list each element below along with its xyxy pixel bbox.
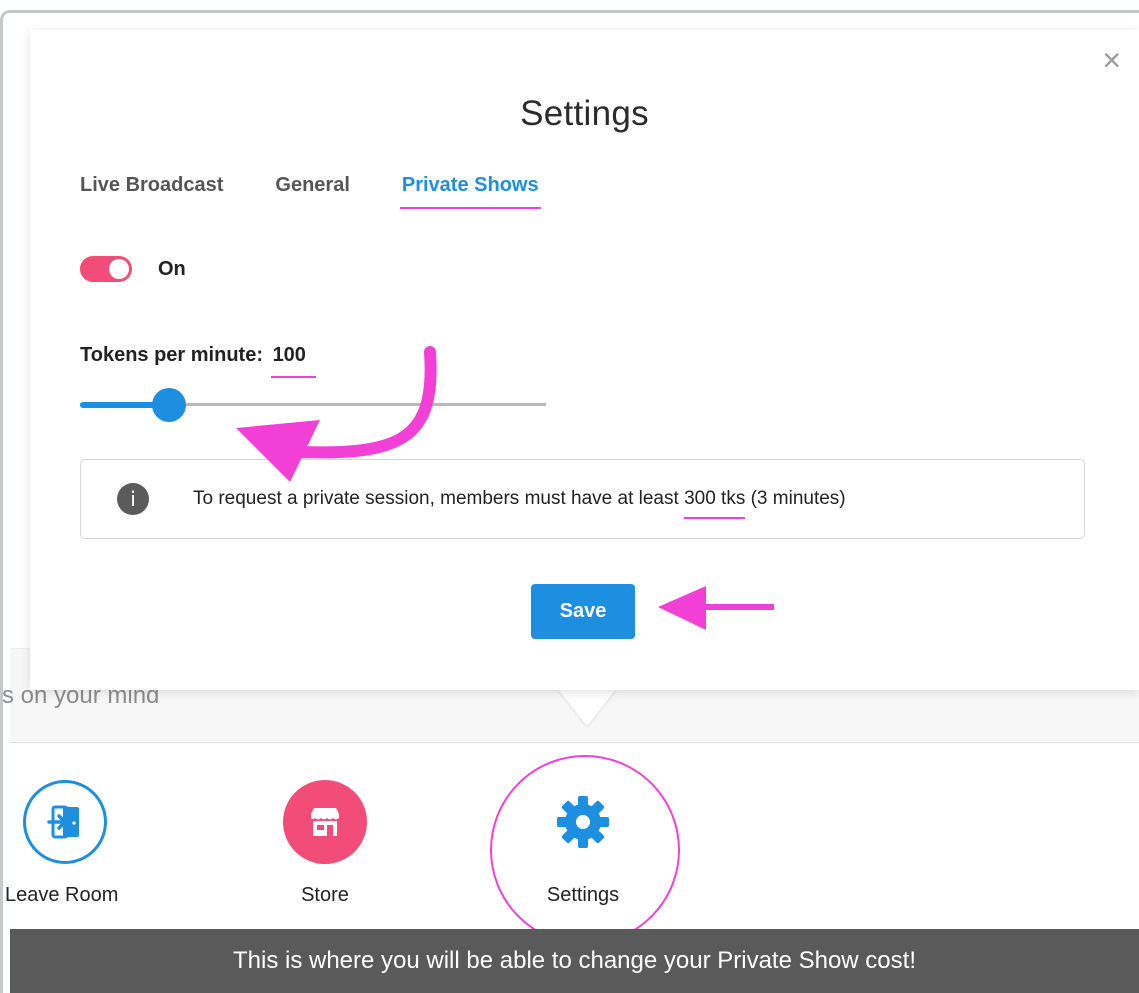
tokens-value: 100	[272, 344, 306, 366]
leave-room-label: Leave Room	[5, 884, 119, 906]
tokens-label: Tokens per minute:	[80, 344, 263, 366]
save-button[interactable]: Save	[531, 584, 635, 639]
store-label: Store	[301, 884, 349, 906]
info-icon: i	[117, 483, 149, 515]
info-box: i To request a private session, members …	[80, 459, 1085, 539]
store-button[interactable]: Store	[245, 780, 405, 907]
leave-room-icon	[23, 780, 107, 864]
toggle-label: On	[158, 257, 186, 280]
info-text-start: To request a private session, members mu…	[193, 488, 685, 509]
modal-title: Settings	[520, 94, 649, 133]
close-icon[interactable]: ×	[1102, 44, 1121, 76]
settings-highlight-circle	[490, 755, 680, 945]
toggle-knob	[109, 259, 129, 279]
tab-private-shows[interactable]: Private Shows	[399, 174, 541, 209]
tutorial-tooltip-text: This is where you will be able to change…	[232, 947, 916, 974]
info-min-tokens: 300 tks	[684, 488, 746, 509]
private-shows-toggle[interactable]	[80, 256, 132, 282]
private-shows-toggle-row: On	[80, 256, 186, 282]
tab-live-broadcast[interactable]: Live Broadcast	[80, 174, 223, 197]
leave-room-button[interactable]: Leave Room	[0, 780, 145, 907]
tokens-slider[interactable]	[80, 388, 546, 422]
info-text-end: (3 minutes)	[745, 488, 846, 509]
store-icon	[283, 780, 367, 864]
settings-modal: × Settings Live Broadcast General Privat…	[30, 30, 1139, 690]
tab-general[interactable]: General	[275, 174, 349, 197]
modal-pointer	[557, 688, 617, 726]
settings-tabs: Live Broadcast General Private Shows	[80, 174, 541, 209]
tokens-per-minute: Tokens per minute: 100	[80, 344, 306, 367]
tutorial-tooltip: This is where you will be able to change…	[10, 929, 1139, 993]
slider-thumb[interactable]	[151, 388, 186, 422]
info-text: To request a private session, members mu…	[193, 488, 846, 510]
